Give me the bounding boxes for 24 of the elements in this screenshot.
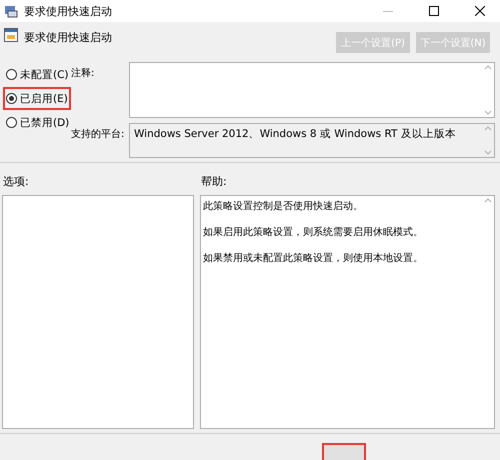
policy-icon bbox=[4, 4, 18, 18]
scroll-down-icon[interactable] bbox=[484, 110, 492, 115]
close-icon bbox=[475, 6, 485, 16]
scroll-down-icon[interactable] bbox=[484, 150, 492, 154]
policy-name: 要求使用快速启动 bbox=[24, 30, 113, 45]
help-text: 如果启用此策略设置，则系统需要启用休眠模式。 bbox=[203, 226, 424, 239]
window-title: 要求使用快速启动 bbox=[24, 4, 113, 18]
comment-field[interactable] bbox=[129, 62, 495, 118]
help-text: 如果禁用或未配置此策略设置，则使用本地设置。 bbox=[203, 252, 424, 265]
scroll-up-icon[interactable] bbox=[484, 198, 492, 203]
help-label: 帮助: bbox=[201, 174, 227, 188]
scroll-up-icon[interactable] bbox=[484, 65, 492, 70]
supported-on-label: 支持的平台: bbox=[70, 128, 126, 142]
radio-option[interactable]: 未配置(C) bbox=[3, 64, 72, 85]
supported-on-field: Windows Server 2012、Windows 8 或 Windows RT 及以上版本 bbox=[129, 122, 495, 158]
radio-option[interactable]: 已启用(E) bbox=[3, 87, 71, 110]
minimize-icon bbox=[383, 10, 393, 12]
options-label: 选项: bbox=[3, 174, 29, 188]
policy-setting-icon bbox=[4, 28, 18, 42]
help-text: 此策略设置控制是否使用快速启动。 bbox=[203, 200, 364, 213]
radio-option[interactable]: 已禁用(D) bbox=[3, 112, 72, 133]
maximize-icon bbox=[429, 6, 439, 16]
scroll-up-icon[interactable] bbox=[484, 126, 492, 130]
comment-label: 注释: bbox=[70, 66, 96, 81]
